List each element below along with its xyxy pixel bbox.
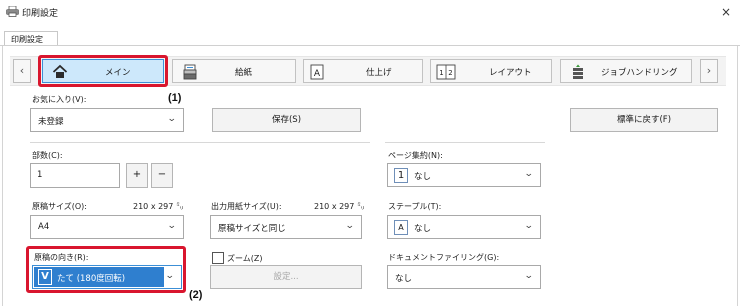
zoom-checkbox[interactable]	[212, 252, 224, 264]
callout-1: (1)	[168, 92, 182, 104]
job-handling-icon	[573, 64, 583, 79]
output-size-value: 原稿サイズと同じ	[218, 224, 286, 234]
original-size-select[interactable]: A4 ⌄	[30, 215, 184, 239]
chevron-down-icon: ⌄	[524, 271, 535, 281]
ribbon-item-label: レイアウト	[489, 68, 532, 78]
ribbon-item-label: 仕上げ	[366, 68, 392, 78]
ribbon-scroll-right-button[interactable]: ›	[700, 59, 718, 83]
original-size-label: 原稿サイズ(O):	[32, 202, 87, 211]
ribbon-item-label: 給紙	[235, 68, 253, 78]
highlight-orientation	[26, 246, 186, 293]
copies-increment-button[interactable]: +	[126, 163, 148, 188]
document-filing-label: ドキュメントファイリング(G):	[388, 253, 500, 262]
ribbon-item-label: ジョブハンドリング	[601, 68, 678, 78]
staple-select[interactable]: A なし ⌄	[387, 215, 541, 239]
chevron-down-icon: ⌄	[167, 221, 178, 231]
zoom-settings-button[interactable]: 設定...	[210, 265, 362, 289]
staple-value: なし	[414, 224, 432, 234]
staple-label: ステープル(T):	[388, 202, 442, 211]
document-filing-select[interactable]: なし ⌄	[387, 265, 541, 289]
finishing-icon: A	[310, 64, 324, 80]
callout-2: (2)	[189, 289, 203, 301]
chevron-down-icon: ⌄	[167, 114, 178, 124]
window-title: 印刷設定	[22, 9, 59, 19]
divider	[385, 142, 545, 143]
highlight-main-tab	[38, 55, 168, 87]
save-favorite-button[interactable]: 保存(S)	[212, 108, 361, 132]
chevron-down-icon: ⌄	[524, 221, 535, 231]
chevron-down-icon: ⌄	[524, 169, 535, 179]
svg-text:1: 1	[439, 69, 443, 77]
n-up-icon: 1	[394, 168, 408, 183]
ribbon-item-finishing[interactable]: A 仕上げ	[303, 59, 423, 83]
original-size-dims: 210 x 297 ㍉	[133, 202, 184, 211]
output-size-dims: 210 x 297 ㍉	[314, 202, 365, 211]
favorites-select[interactable]: 未登録 ⌄	[30, 108, 184, 132]
copies-input[interactable]: 1	[30, 163, 120, 188]
ribbon-scroll-left-button[interactable]: ‹	[13, 59, 31, 83]
layout-icon: 1 2	[436, 64, 456, 80]
document-filing-value: なし	[395, 274, 413, 284]
copies-label: 部数(C):	[32, 151, 63, 160]
printer-icon	[6, 6, 19, 17]
copies-decrement-button[interactable]: −	[151, 163, 173, 188]
staple-icon: A	[394, 220, 408, 235]
n-up-value: なし	[414, 172, 432, 182]
n-up-label: ページ集約(N):	[388, 151, 443, 160]
output-size-label: 出力用紙サイズ(U):	[211, 202, 282, 211]
tab-print-settings[interactable]: 印刷設定	[4, 31, 58, 46]
close-button[interactable]: ×	[718, 4, 734, 20]
ribbon-item-job-handling[interactable]: ジョブハンドリング	[560, 59, 692, 83]
svg-text:A: A	[314, 69, 321, 79]
n-up-select[interactable]: 1 なし ⌄	[387, 163, 541, 187]
output-size-select[interactable]: 原稿サイズと同じ ⌄	[210, 215, 362, 239]
favorites-label: お気に入り(V):	[32, 95, 87, 104]
divider	[30, 142, 370, 143]
chevron-down-icon: ⌄	[345, 221, 356, 231]
ribbon-item-layout[interactable]: 1 2 レイアウト	[430, 59, 552, 83]
zoom-label: ズーム(Z)	[227, 254, 263, 263]
paper-tray-icon	[183, 64, 197, 80]
original-size-value: A4	[38, 222, 50, 232]
title-bar: 印刷設定 ×	[0, 0, 740, 24]
svg-text:2: 2	[448, 69, 452, 77]
reset-defaults-button[interactable]: 標準に戻す(F)	[570, 108, 718, 132]
ribbon-item-paper-source[interactable]: 給紙	[172, 59, 296, 83]
favorites-value: 未登録	[38, 117, 64, 127]
